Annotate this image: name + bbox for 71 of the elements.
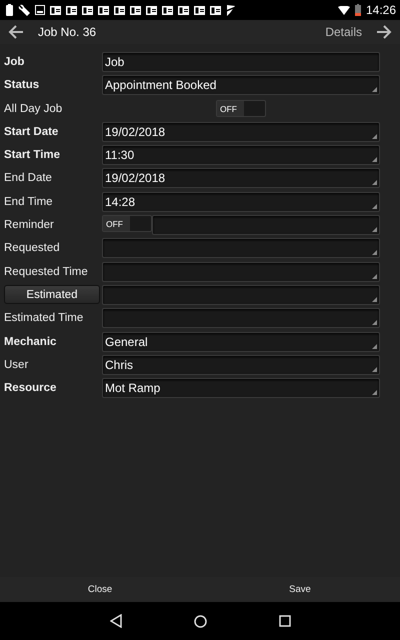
corner-mark-icon [372, 250, 377, 256]
notification-icon [114, 6, 125, 14]
forward-arrow-icon[interactable] [376, 25, 392, 39]
corner-mark-icon [372, 87, 377, 92]
battery-low-icon [354, 4, 361, 16]
toggle-switch[interactable]: OFF [102, 215, 152, 232]
field-label: End Time [4, 196, 54, 208]
dropdown-field[interactable]: 19/02/2018 [102, 122, 380, 142]
corner-mark-icon [372, 320, 377, 326]
notification-icon [210, 6, 221, 14]
image-icon [35, 5, 45, 15]
field-label: Reminder [4, 219, 55, 232]
signal-off-icon [226, 4, 236, 16]
battery-icon [6, 4, 13, 16]
wrench-icon [18, 4, 30, 16]
clock: 14:26 [366, 3, 396, 17]
corner-mark-icon [372, 366, 377, 372]
field-label: Job [4, 56, 26, 68]
dropdown-field[interactable] [102, 262, 380, 282]
footer-button[interactable]: Save [200, 577, 400, 602]
notification-icon [66, 6, 77, 14]
corner-mark-icon [372, 204, 377, 209]
field-label: End Date [4, 172, 53, 184]
estimated-button[interactable]: Estimated [4, 285, 100, 304]
dropdown-field[interactable]: 19/02/2018 [102, 168, 380, 188]
wifi-icon [338, 6, 350, 14]
home-icon[interactable] [194, 614, 206, 628]
back-icon[interactable] [110, 614, 122, 628]
field-label: User [4, 358, 30, 371]
notification-icon [194, 6, 205, 14]
notification-icon [178, 6, 189, 14]
dropdown-field[interactable]: Mot Ramp [102, 378, 380, 398]
field-label: All Day Job [4, 102, 64, 115]
dropdown-field[interactable] [102, 238, 380, 258]
corner-mark-icon [372, 390, 377, 396]
footer-button[interactable]: Close [0, 577, 200, 602]
dropdown-field[interactable]: 14:28 [102, 192, 380, 212]
notification-icon [130, 6, 141, 14]
corner-mark-icon [372, 344, 377, 349]
dropdown-field[interactable]: 11:30 [102, 145, 380, 166]
field-label: Estimated Time [4, 312, 84, 324]
notification-icon [50, 6, 61, 14]
details-link[interactable]: Details [325, 25, 362, 39]
field-label: Start Time [4, 149, 62, 162]
dropdown-field[interactable]: Appointment Booked [102, 75, 380, 96]
field-label: Mechanic [4, 336, 58, 348]
corner-mark-icon [372, 180, 377, 186]
field-label: Requested Time [4, 266, 89, 278]
corner-mark-icon [372, 227, 377, 232]
field-label: Resource [4, 382, 58, 394]
corner-mark-icon [372, 134, 377, 139]
recents-icon[interactable] [278, 615, 290, 627]
notification-icon [162, 6, 173, 14]
screen-title: Job No. 36 [38, 25, 96, 39]
corner-mark-icon [372, 274, 377, 279]
field-label: Requested [4, 242, 61, 254]
dropdown-field[interactable] [102, 284, 380, 305]
corner-mark-icon [372, 157, 377, 162]
dropdown-field[interactable] [102, 308, 380, 328]
notification-icon [146, 6, 157, 14]
dropdown-field[interactable] [152, 215, 380, 236]
dropdown-field[interactable]: Chris [102, 354, 380, 375]
notification-icon [98, 6, 109, 14]
dropdown-field[interactable]: General [102, 332, 380, 352]
toggle-switch[interactable]: OFF [216, 100, 266, 118]
field-label: Start Date [4, 126, 60, 138]
back-arrow-icon[interactable] [8, 25, 24, 39]
notification-icon [82, 6, 93, 14]
input-field[interactable]: Job [102, 52, 380, 72]
field-label: Status [4, 79, 40, 92]
corner-mark-icon [372, 296, 377, 302]
